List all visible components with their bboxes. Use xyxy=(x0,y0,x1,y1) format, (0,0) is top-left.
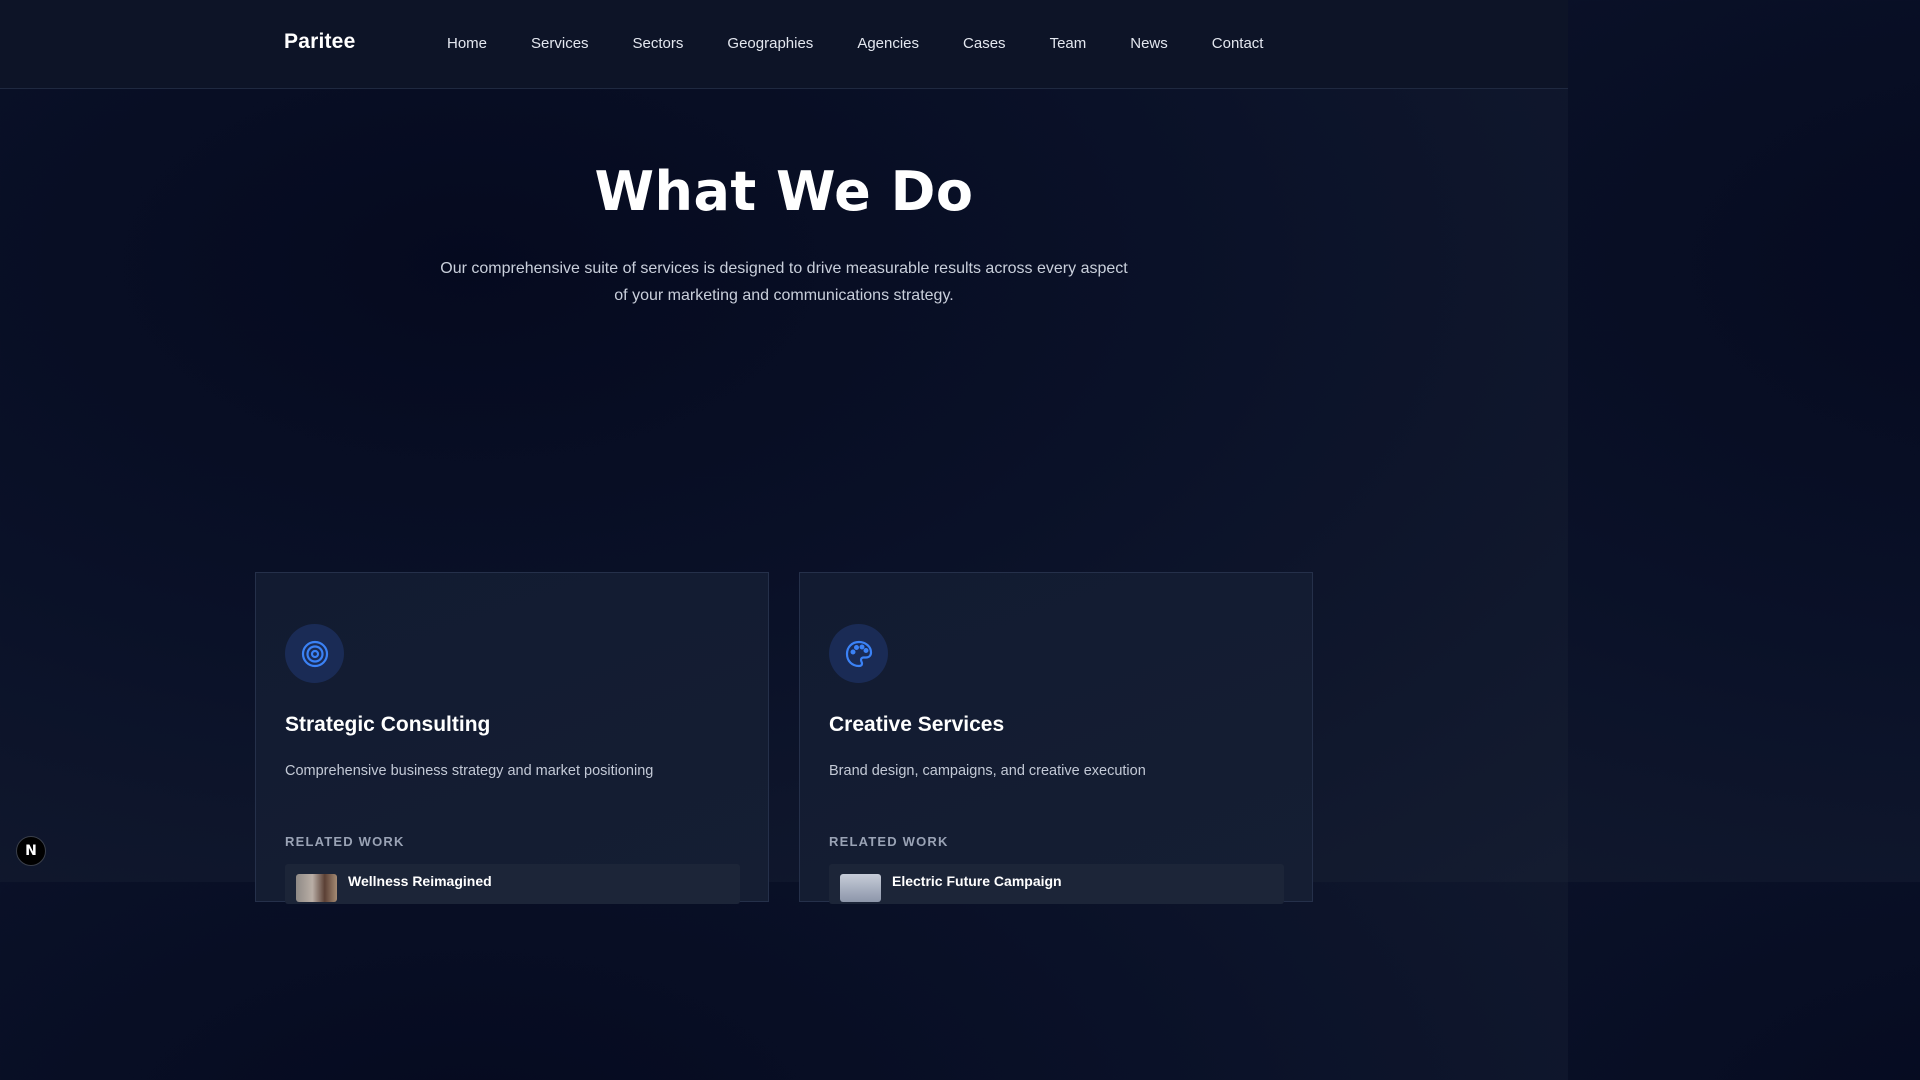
card-title: Creative Services xyxy=(829,713,1005,736)
palette-icon xyxy=(829,624,888,683)
main-nav: Home Services Sectors Geographies Agenci… xyxy=(447,35,1263,52)
related-work-item[interactable]: Wellness Reimagined xyxy=(285,864,740,904)
nav-link-cases[interactable]: Cases xyxy=(963,35,1006,52)
related-work-thumbnail xyxy=(840,874,881,902)
related-work-item[interactable]: Electric Future Campaign xyxy=(829,864,1284,904)
target-icon xyxy=(285,624,344,683)
related-work-title: Electric Future Campaign xyxy=(892,873,1062,889)
site-logo[interactable]: Paritee xyxy=(284,30,355,54)
related-work-label: RELATED WORK xyxy=(285,834,405,849)
nav-link-contact[interactable]: Contact xyxy=(1212,35,1264,52)
related-work-title: Wellness Reimagined xyxy=(348,873,492,889)
card-title: Strategic Consulting xyxy=(285,713,491,736)
nav-link-news[interactable]: News xyxy=(1130,35,1168,52)
nav-link-sectors[interactable]: Sectors xyxy=(633,35,684,52)
page-subtitle: Our comprehensive suite of services is d… xyxy=(424,255,1144,309)
subtitle-line-2: of your marketing and communications str… xyxy=(614,287,954,304)
subtitle-line-1: Our comprehensive suite of services is d… xyxy=(440,260,1128,277)
top-navbar: Paritee Home Services Sectors Geographie… xyxy=(0,0,1568,89)
nav-link-geographies[interactable]: Geographies xyxy=(727,35,813,52)
related-work-label: RELATED WORK xyxy=(829,834,949,849)
nextjs-devtools-badge[interactable]: N xyxy=(16,836,46,866)
related-work-thumbnail xyxy=(296,874,337,902)
nav-link-home[interactable]: Home xyxy=(447,35,487,52)
nav-link-team[interactable]: Team xyxy=(1050,35,1087,52)
nav-link-agencies[interactable]: Agencies xyxy=(857,35,919,52)
service-card-creative-services[interactable]: Creative Services Brand design, campaign… xyxy=(799,572,1313,904)
nav-link-services[interactable]: Services xyxy=(531,35,589,52)
card-description: Brand design, campaigns, and creative ex… xyxy=(829,763,1146,779)
page-title: What We Do xyxy=(594,160,974,223)
card-description: Comprehensive business strategy and mark… xyxy=(285,763,654,779)
service-card-strategic-consulting[interactable]: Strategic Consulting Comprehensive busin… xyxy=(255,572,769,904)
